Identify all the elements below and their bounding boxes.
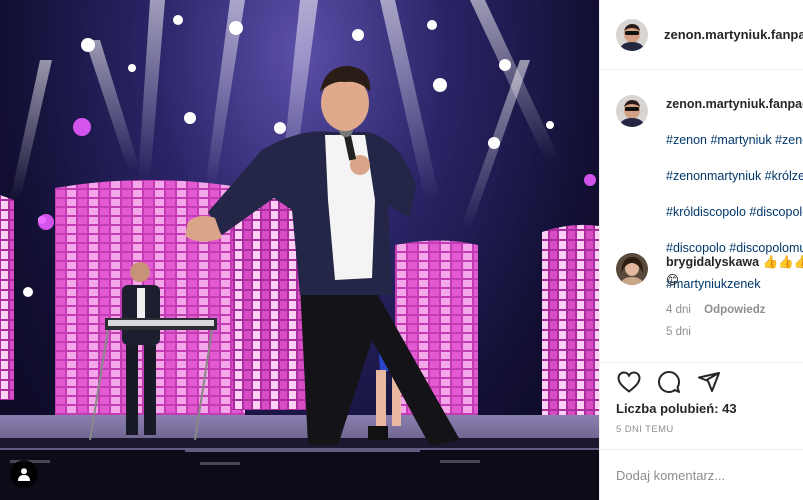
caption-avatar[interactable] [616,95,648,127]
comment-text: 👍👍👍 [762,255,803,269]
hashtag-line[interactable]: #zenon #martyniuk #zenek [666,131,803,149]
comment-input[interactable] [616,467,796,483]
reply-button[interactable]: Odpowiedz [704,304,765,316]
comment-icon [658,371,680,393]
post-actions: Liczba polubień: 43 5 DNI TEMU [600,362,803,435]
commenter-avatar[interactable] [616,253,648,285]
add-comment-bar [600,449,803,500]
post-media[interactable] [0,0,599,500]
hashtag-line[interactable]: #króldiscopolo #discopolopl [666,203,803,221]
likes-count[interactable]: Liczba polubień: 43 [600,397,803,416]
comments-section: zenon.martyniuk.fanpage #zenon #martyniu… [600,71,803,361]
heart-icon [617,371,641,393]
share-icon [698,372,720,392]
comment-button[interactable] [656,369,682,395]
post-header: zenon.martyniuk.fanpage [600,0,803,70]
comment-time: 4 dni [666,304,691,316]
share-button[interactable] [696,369,722,395]
like-button[interactable] [616,369,642,395]
hashtag-line[interactable]: #zenonmartyniuk #królzenon [666,167,803,185]
author-username[interactable]: zenon.martyniuk.fanpage [664,27,803,42]
stage-photo [0,0,599,500]
post-date: 5 DNI TEMU [616,424,674,435]
post-sidebar: zenon.martyniuk.fanpage zenon.martyniuk.… [599,0,803,500]
caption-username[interactable]: zenon.martyniuk.fanpage [666,95,803,113]
author-avatar[interactable] [616,18,648,51]
caption-time: 5 dni [666,326,691,338]
comment-username[interactable]: brygidalyskawa [666,255,759,269]
user-tag-icon [18,468,30,481]
user-tag-button[interactable] [10,460,38,488]
comment-text-line2: 😊 [666,273,680,287]
